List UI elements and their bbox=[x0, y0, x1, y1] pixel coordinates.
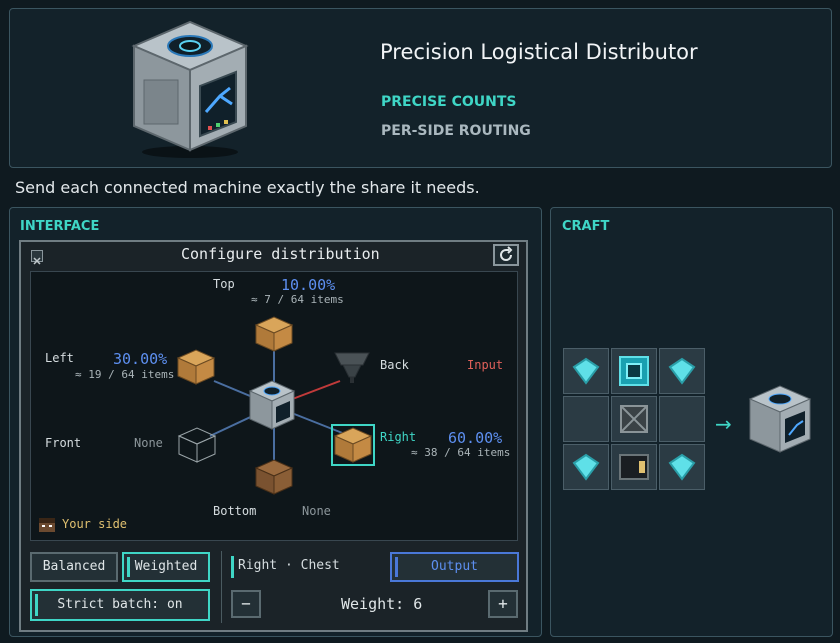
back-hopper-icon[interactable] bbox=[333, 349, 371, 385]
balanced-mode-button[interactable]: Balanced bbox=[30, 552, 118, 582]
top-side-count: ≈ 7 / 64 items bbox=[251, 293, 344, 306]
craft-slot-2[interactable] bbox=[611, 348, 657, 394]
craft-slot-3[interactable] bbox=[659, 348, 705, 394]
player-head-icon bbox=[39, 518, 55, 532]
product-title: Precision Logistical Distributor bbox=[380, 40, 698, 64]
selected-side-label: Right · Chest bbox=[238, 558, 340, 573]
top-side-label: Top bbox=[213, 277, 235, 291]
strict-batch-label: Strict batch: on bbox=[57, 597, 183, 612]
back-side-label: Back bbox=[380, 358, 409, 372]
weighted-mode-button[interactable]: Weighted bbox=[122, 552, 210, 582]
ender-eye-icon bbox=[619, 356, 649, 386]
reset-button[interactable] bbox=[493, 244, 519, 266]
craft-header: CRAFT bbox=[562, 219, 610, 234]
front-side-status: None bbox=[134, 436, 163, 450]
right-side-label: Right bbox=[380, 430, 417, 444]
active-indicator bbox=[127, 557, 130, 577]
iron-frame-icon bbox=[620, 405, 648, 433]
bottom-dirt-icon[interactable] bbox=[254, 458, 294, 496]
craft-slot-5[interactable] bbox=[611, 396, 657, 442]
left-side-percent[interactable]: 30.00% bbox=[113, 350, 167, 368]
feature-per-side-routing: PER-SIDE ROUTING bbox=[381, 123, 531, 139]
craft-result-distributor-icon[interactable] bbox=[747, 383, 813, 455]
left-chest-icon[interactable] bbox=[176, 348, 216, 386]
back-side-status: Input bbox=[467, 358, 504, 372]
craft-slot-9[interactable] bbox=[659, 444, 705, 490]
left-side-count: ≈ 19 / 64 items bbox=[75, 368, 175, 381]
feature-precise-counts: PRECISE COUNTS bbox=[381, 94, 517, 110]
output-mode-button[interactable]: Output bbox=[390, 552, 519, 582]
right-side-selected-slot[interactable] bbox=[331, 424, 375, 466]
close-icon[interactable] bbox=[31, 250, 43, 265]
right-side-count: ≈ 38 / 64 items bbox=[411, 446, 511, 459]
diamond-icon bbox=[572, 453, 600, 481]
front-side-label: Front bbox=[45, 436, 82, 450]
craft-arrow-icon: → bbox=[715, 412, 732, 436]
strict-batch-toggle[interactable]: Strict batch: on bbox=[30, 589, 210, 621]
diamond-icon bbox=[572, 357, 600, 385]
craft-slot-6[interactable] bbox=[659, 396, 705, 442]
active-indicator bbox=[35, 594, 38, 616]
output-label: Output bbox=[431, 559, 478, 574]
refresh-icon bbox=[500, 246, 513, 261]
increase-weight-button[interactable]: + bbox=[488, 590, 518, 618]
selection-indicator bbox=[231, 556, 234, 578]
top-chest-icon[interactable] bbox=[254, 315, 294, 353]
active-indicator bbox=[395, 557, 398, 577]
interface-header: INTERFACE bbox=[20, 219, 100, 234]
controls-divider bbox=[221, 551, 222, 623]
processor-icon bbox=[619, 454, 649, 480]
product-tagline: Send each connected machine exactly the … bbox=[15, 178, 480, 197]
center-distributor-icon bbox=[248, 380, 296, 430]
craft-slot-7[interactable] bbox=[563, 444, 609, 490]
craft-slot-1[interactable] bbox=[563, 348, 609, 394]
distributor-block-image bbox=[131, 20, 249, 158]
bottom-side-status: None bbox=[302, 504, 331, 518]
diamond-icon bbox=[668, 357, 696, 385]
decrease-weight-button[interactable]: − bbox=[231, 590, 261, 618]
diamond-icon bbox=[668, 453, 696, 481]
top-side-percent[interactable]: 10.00% bbox=[281, 276, 335, 294]
bottom-side-label: Bottom bbox=[213, 504, 257, 518]
weight-value: Weight: 6 bbox=[341, 595, 423, 613]
weighted-mode-label: Weighted bbox=[134, 559, 198, 574]
right-side-percent[interactable]: 60.00% bbox=[448, 429, 502, 447]
craft-slot-4[interactable] bbox=[563, 396, 609, 442]
window-title: Configure distribution bbox=[181, 245, 380, 263]
front-empty-outline-icon[interactable] bbox=[177, 426, 217, 464]
left-side-label: Left bbox=[45, 351, 74, 365]
craft-slot-8[interactable] bbox=[611, 444, 657, 490]
your-side-label: Your side bbox=[62, 517, 128, 531]
right-chest-icon bbox=[333, 427, 373, 463]
